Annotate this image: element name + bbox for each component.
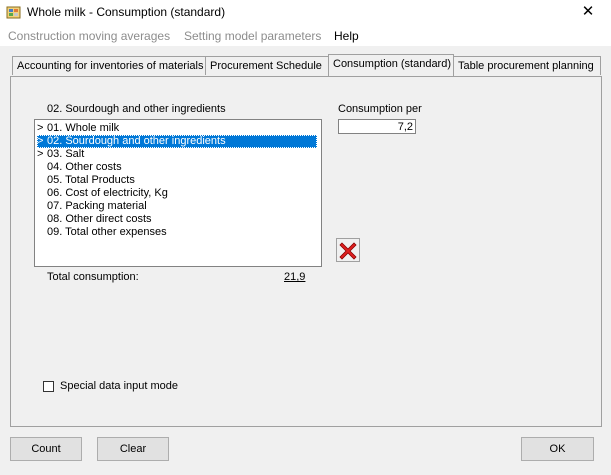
- list-item-label: 08. Other direct costs: [47, 213, 152, 225]
- special-mode-checkbox[interactable]: [43, 381, 54, 392]
- expand-arrow-icon: >: [37, 135, 44, 147]
- list-item[interactable]: 07. Packing material: [37, 200, 317, 213]
- list-item-label: 05. Total Products: [47, 174, 135, 186]
- count-button[interactable]: Count: [10, 437, 82, 461]
- consumption-label: Consumption per: [338, 103, 422, 115]
- expand-arrow-icon: >: [37, 148, 44, 160]
- red-x-icon: [339, 242, 357, 260]
- list-header: 02. Sourdough and other ingredients: [47, 103, 226, 115]
- list-item-label: 01. Whole milk: [47, 122, 120, 134]
- tab-strip: Accounting for inventories of materials …: [0, 54, 611, 77]
- expand-arrow-icon: >: [37, 122, 44, 134]
- list-item[interactable]: 08. Other direct costs: [37, 213, 317, 226]
- clear-button[interactable]: Clear: [97, 437, 169, 461]
- list-item[interactable]: 06. Cost of electricity, Kg: [37, 187, 317, 200]
- special-mode-label: Special data input mode: [60, 380, 179, 392]
- list-item-label: 07. Packing material: [47, 200, 147, 212]
- menu-construction-moving-averages[interactable]: Construction moving averages: [8, 29, 170, 43]
- list-item-selected[interactable]: >02. Sourdough and other ingredients: [37, 135, 317, 148]
- list-item[interactable]: 04. Other costs: [37, 161, 317, 174]
- list-item[interactable]: >03. Salt: [37, 148, 317, 161]
- list-item[interactable]: >01. Whole milk: [37, 122, 317, 135]
- menu-help[interactable]: Help: [334, 29, 359, 43]
- list-item-label: 06. Cost of electricity, Kg: [47, 187, 168, 199]
- tab-accounting-inventories[interactable]: Accounting for inventories of materials: [12, 56, 208, 75]
- menu-bar: Construction moving averages Setting mod…: [0, 26, 611, 46]
- close-icon[interactable]: ✕: [574, 2, 602, 22]
- window-title: Whole milk - Consumption (standard): [27, 5, 226, 19]
- ingredients-list[interactable]: >01. Whole milk >02. Sourdough and other…: [34, 119, 322, 267]
- tab-panel: 02. Sourdough and other ingredients >01.…: [10, 76, 602, 427]
- tab-consumption-standard[interactable]: Consumption (standard): [328, 54, 454, 76]
- list-item[interactable]: 05. Total Products: [37, 174, 317, 187]
- title-bar: Whole milk - Consumption (standard) ✕: [0, 0, 611, 26]
- menu-setting-model-parameters[interactable]: Setting model parameters: [184, 29, 321, 43]
- total-consumption-label: Total consumption:: [47, 271, 139, 283]
- consumption-input[interactable]: 7,2: [338, 119, 416, 134]
- list-item-label: 02. Sourdough and other ingredients: [47, 135, 226, 147]
- ok-button[interactable]: OK: [521, 437, 594, 461]
- tab-table-procurement-planning[interactable]: Table procurement planning: [453, 56, 601, 75]
- list-item-label: 04. Other costs: [47, 161, 122, 173]
- app-icon: [6, 6, 21, 19]
- total-consumption-value: 21,9: [284, 271, 306, 283]
- list-item-label: 03. Salt: [47, 148, 85, 160]
- delete-button[interactable]: [336, 238, 360, 262]
- list-item[interactable]: 09. Total other expenses: [37, 226, 317, 239]
- list-item-label: 09. Total other expenses: [47, 226, 167, 238]
- tab-procurement-schedule[interactable]: Procurement Schedule: [205, 56, 329, 75]
